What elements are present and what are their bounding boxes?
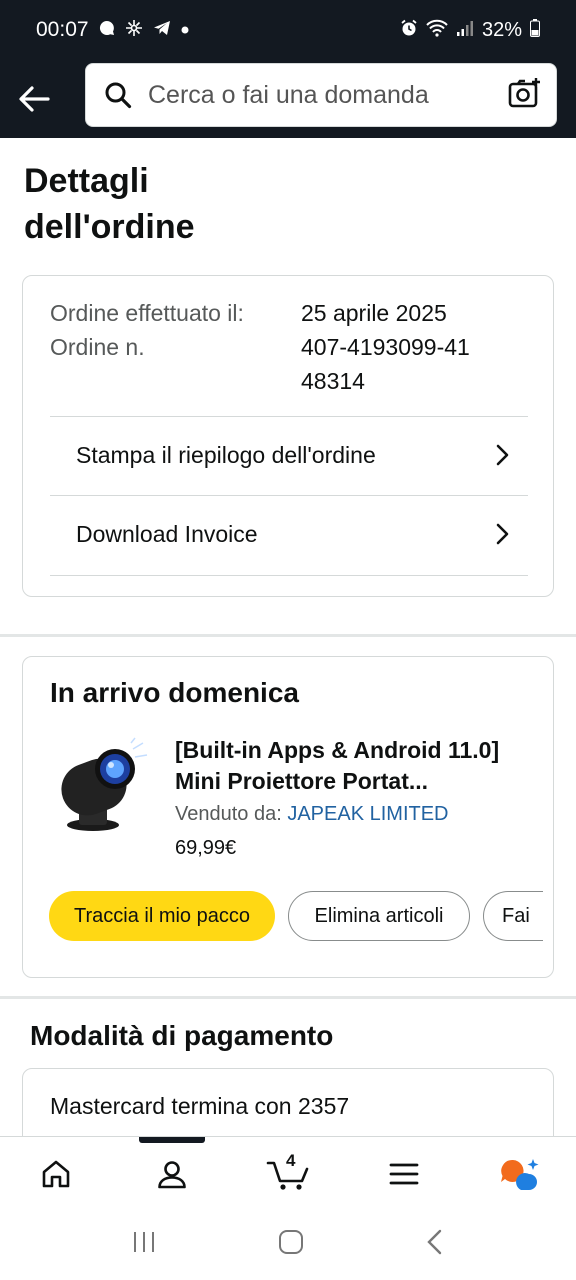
search-placeholder: Cerca o fai una domanda <box>148 80 429 109</box>
status-bar: 00:07 32% <box>0 0 576 60</box>
search-icon <box>105 82 132 109</box>
payment-card: Mastercard termina con 2357 <box>22 1068 554 1136</box>
download-invoice-link[interactable]: Download Invoice <box>50 495 528 573</box>
order-placed-label: Ordine effettuato il: <box>50 300 244 326</box>
product-image[interactable] <box>45 737 155 837</box>
nav-rufus[interactable] <box>470 1137 570 1210</box>
recent-apps-icon[interactable] <box>131 1229 157 1260</box>
back-arrow-icon <box>19 86 50 112</box>
payment-heading: Modalità di pagamento <box>30 1020 334 1051</box>
shipment-card: In arrivo domenica [Built-in Apps & Andr… <box>22 656 554 978</box>
section-separator <box>0 634 576 637</box>
track-package-button[interactable]: Traccia il mio pacco <box>49 891 275 941</box>
chevron-right-icon <box>496 523 509 545</box>
chevron-right-icon <box>496 444 509 466</box>
system-back-icon[interactable] <box>425 1229 445 1260</box>
system-nav-bar <box>0 1209 576 1280</box>
dot-icon <box>181 22 189 38</box>
bottom-nav: 4 <box>0 1136 576 1209</box>
print-summary-link[interactable]: Stampa il riepilogo dell'ordine <box>50 416 528 494</box>
arrival-heading: In arrivo domenica <box>50 677 299 708</box>
cart-count: 4 <box>286 1151 296 1170</box>
nav-home[interactable] <box>6 1137 106 1210</box>
payment-method: Mastercard termina con 2357 <box>50 1093 350 1119</box>
battery-percent: 32% <box>481 18 522 41</box>
nav-menu[interactable] <box>354 1137 454 1210</box>
search-input[interactable]: Cerca o fai una domanda <box>85 63 557 127</box>
wifi-icon <box>426 19 448 41</box>
delete-items-button[interactable]: Elimina articoli <box>288 891 470 941</box>
product-title[interactable]: [Built-in Apps & Android 11.0] Mini Proi… <box>175 735 535 797</box>
section-separator <box>0 996 576 999</box>
nav-cart[interactable] <box>238 1137 338 1210</box>
order-details-content[interactable]: Dettagli dell'ordine Ordine effettuato i… <box>0 138 576 1136</box>
download-invoice-label: Download Invoice <box>76 520 258 547</box>
account-icon <box>158 1160 186 1188</box>
back-button[interactable] <box>2 67 66 131</box>
telegram-icon <box>153 20 171 40</box>
battery-icon <box>530 19 540 41</box>
rufus-icon <box>501 1158 539 1190</box>
order-number-label: Ordine n. <box>50 334 145 360</box>
page-title: Dettagli dell'ordine <box>24 162 195 246</box>
order-info-card: Ordine effettuato il: 25 aprile 2025 Ord… <box>22 275 554 597</box>
status-time: 00:07 <box>36 18 89 41</box>
order-placed-value: 25 aprile 2025 <box>301 300 447 326</box>
snowflake-fan-icon <box>125 19 143 41</box>
sold-by-label: Venduto da: <box>175 803 282 825</box>
seller-link[interactable]: JAPEAK LIMITED <box>287 803 448 825</box>
home-icon <box>42 1160 70 1187</box>
order-number-value: 407-4193099-4148314 <box>301 334 470 394</box>
print-summary-label: Stampa il riepilogo dell'ordine <box>76 441 376 468</box>
sold-by: Venduto da: JAPEAK LIMITED <box>175 803 449 826</box>
menu-icon <box>389 1163 419 1184</box>
camera-search-icon[interactable] <box>508 76 542 115</box>
nav-account[interactable] <box>122 1137 222 1210</box>
alarm-icon <box>400 19 418 41</box>
app-header: Cerca o fai una domanda <box>0 60 576 138</box>
home-button-icon[interactable] <box>278 1229 304 1260</box>
divider <box>50 575 528 576</box>
signal-icon <box>456 19 474 41</box>
chat-bubble-icon <box>99 20 115 40</box>
more-actions-button[interactable]: Fai <box>483 891 543 941</box>
product-price: 69,99€ <box>175 837 237 859</box>
